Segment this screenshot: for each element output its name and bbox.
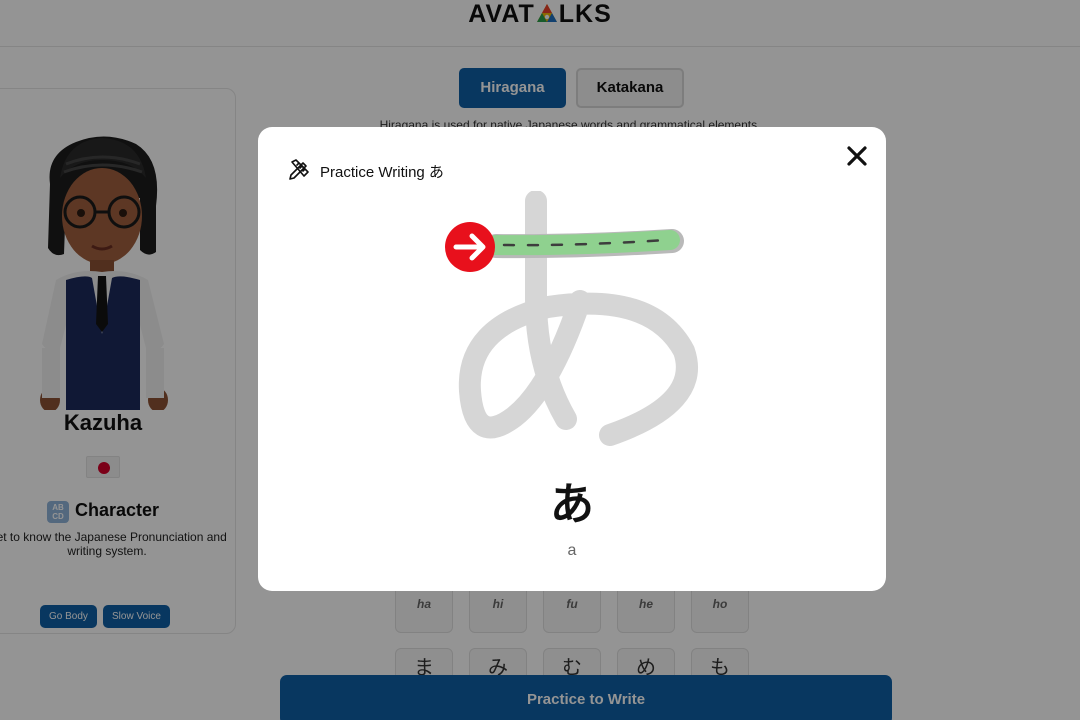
character-romaji: a (567, 542, 577, 559)
modal-title: Practice Writing あ (320, 164, 444, 181)
close-icon[interactable] (846, 145, 868, 167)
practice-writing-modal: Practice Writing あ あ a (258, 127, 886, 591)
character-display: あ (550, 480, 594, 529)
pencil-ruler-icon (289, 159, 309, 180)
stroke-guide-canvas[interactable] (438, 191, 718, 455)
stroke-start-arrow-icon (445, 222, 495, 272)
guide-stroke-3 (458, 290, 698, 446)
